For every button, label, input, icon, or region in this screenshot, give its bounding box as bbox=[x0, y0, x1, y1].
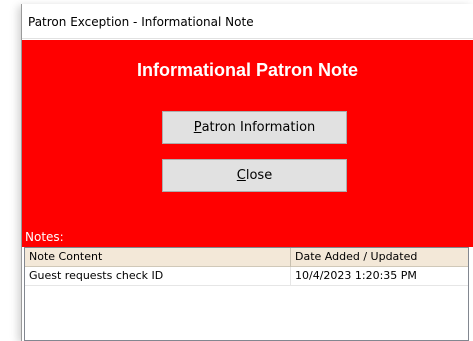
patron-exception-window: Patron Exception - Informational Note In… bbox=[21, 4, 473, 341]
table-row[interactable]: Guest requests check ID 10/4/2023 1:20:3… bbox=[25, 267, 468, 286]
close-mnemonic: C bbox=[236, 168, 246, 183]
notes-label: Notes: bbox=[25, 230, 64, 244]
notes-header-strip: Notes: bbox=[22, 227, 473, 247]
close-button[interactable]: Close bbox=[162, 159, 347, 192]
notes-grid[interactable]: Note Content Date Added / Updated Guest … bbox=[24, 247, 469, 341]
window-title: Patron Exception - Informational Note bbox=[28, 15, 254, 29]
close-label: lose bbox=[245, 168, 273, 183]
column-header-note-content[interactable]: Note Content bbox=[25, 248, 291, 267]
banner-title: Informational Patron Note bbox=[136, 60, 358, 80]
column-header-date-added[interactable]: Date Added / Updated bbox=[291, 248, 468, 267]
title-bar[interactable]: Patron Exception - Informational Note bbox=[22, 4, 473, 39]
patron-information-mnemonic: P bbox=[193, 120, 202, 135]
date-added-cell: 10/4/2023 1:20:35 PM bbox=[295, 269, 417, 282]
note-content-cell: Guest requests check ID bbox=[25, 267, 291, 286]
patron-information-label: atron Information bbox=[201, 120, 316, 135]
notes-grid-header: Note Content Date Added / Updated bbox=[25, 248, 468, 267]
informational-banner: Informational Patron Note Patron Informa… bbox=[22, 40, 473, 227]
patron-information-button[interactable]: Patron Information bbox=[162, 111, 347, 144]
